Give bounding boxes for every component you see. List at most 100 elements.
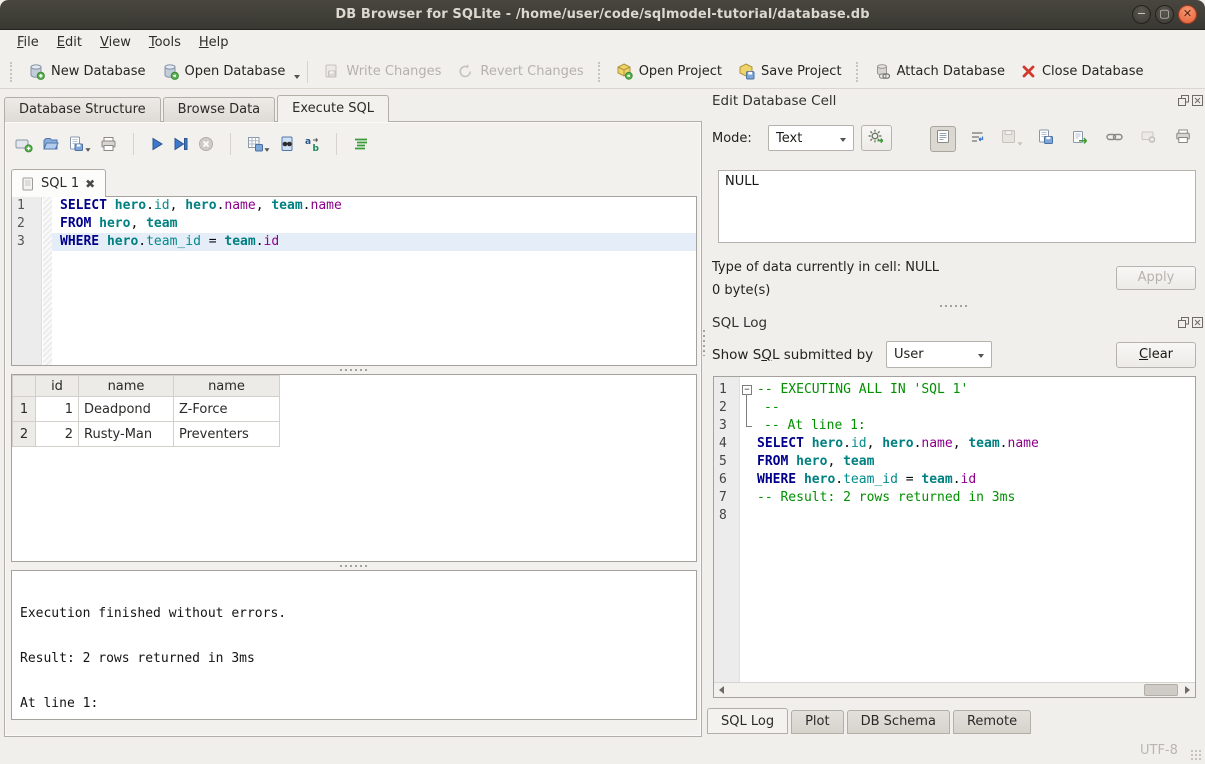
sql-1-tab[interactable]: SQL 1 ✖	[11, 169, 106, 197]
open-sql-tab-icon[interactable]	[15, 136, 33, 153]
tab-sql-log[interactable]: SQL Log	[707, 708, 788, 734]
menu-tools[interactable]: Tools	[140, 32, 190, 53]
menu-edit[interactable]: Edit	[48, 32, 91, 53]
find-icon[interactable]	[279, 136, 295, 152]
mode-combobox[interactable]: Text	[768, 125, 854, 151]
open-sql-file-icon[interactable]	[42, 136, 59, 152]
scroll-left-icon[interactable]	[714, 683, 729, 697]
open-database-dropdown[interactable]	[294, 75, 300, 79]
close-database-button[interactable]: Close Database	[1013, 60, 1152, 83]
sql-log-view[interactable]: 1 − -- EXECUTING ALL IN 'SQL 1' 2 -- 3 -…	[713, 376, 1196, 698]
auto-switch-mode-button[interactable]	[861, 125, 892, 151]
open-project-button[interactable]: Open Project	[608, 59, 730, 84]
link-icon	[1106, 131, 1123, 147]
save-sql-dropdown[interactable]	[85, 148, 90, 151]
tab-remote[interactable]: Remote	[953, 710, 1031, 734]
save-project-icon	[738, 63, 755, 80]
log-line: 1 − -- EXECUTING ALL IN 'SQL 1'	[714, 381, 1195, 399]
cell-team-name[interactable]: Preventers	[174, 422, 280, 447]
cell-value-editor[interactable]: NULL	[718, 170, 1196, 243]
sql-document-icon	[22, 177, 35, 191]
import-cell-button[interactable]	[1067, 126, 1093, 152]
cell-id[interactable]: 1	[36, 397, 79, 422]
dock-float-icon[interactable]	[1178, 95, 1189, 106]
log-line: 2 --	[714, 399, 1195, 417]
row-header[interactable]: 1	[13, 397, 36, 422]
menu-view[interactable]: View	[91, 32, 140, 53]
new-database-button[interactable]: New Database	[20, 59, 154, 84]
close-button[interactable]: ✕	[1178, 5, 1197, 24]
column-header-id[interactable]: id	[36, 376, 79, 397]
main-tab-bar: Database Structure Browse Data Execute S…	[4, 95, 391, 122]
tab-database-structure[interactable]: Database Structure	[4, 97, 161, 122]
cell-id[interactable]: 2	[36, 422, 79, 447]
fold-marker-collapse[interactable]: −	[740, 381, 755, 399]
dock-splitter[interactable]	[712, 302, 1196, 310]
execute-sql-pane: ab SQL 1 ✖ 1 2 3 SELECT hero.id, hero.na…	[4, 121, 702, 737]
sql-line: SELECT hero.id, hero.name, team.name	[52, 197, 696, 215]
text-mode-button[interactable]	[930, 126, 956, 152]
results-message-splitter[interactable]	[11, 562, 697, 570]
log-line: 5 FROM hero, team	[714, 453, 1195, 471]
clear-log-button[interactable]: Clear	[1116, 342, 1196, 368]
toolbar-drag-handle[interactable]	[598, 62, 602, 82]
print-sql-icon[interactable]	[100, 136, 117, 152]
vertical-pane-splitter[interactable]	[703, 330, 705, 356]
find-replace-icon[interactable]: ab	[304, 136, 320, 152]
column-header-name-2[interactable]: name	[174, 376, 280, 397]
format-sql-icon[interactable]	[353, 137, 369, 151]
editor-fold-margin	[43, 197, 52, 365]
sql-tab-close-icon[interactable]: ✖	[85, 178, 95, 190]
cell-hero-name[interactable]: Rusty-Man	[79, 422, 174, 447]
menu-help[interactable]: Help	[190, 32, 238, 53]
open-database-button[interactable]: Open Database	[154, 59, 294, 84]
results-grid[interactable]: id name name 1 1 Deadpond Z-Force 2 2 Ru…	[11, 374, 697, 562]
minimize-button[interactable]: −	[1132, 5, 1151, 24]
log-line: 6 WHERE hero.team_id = team.id	[714, 471, 1195, 489]
editor-results-splitter[interactable]	[11, 366, 697, 374]
sql-tab-label: SQL 1	[41, 176, 79, 191]
menu-file[interactable]: File	[8, 32, 48, 53]
dock-float-icon[interactable]	[1178, 317, 1189, 328]
print-cell-button[interactable]	[1170, 126, 1196, 152]
scroll-right-icon[interactable]	[1180, 683, 1195, 697]
save-as-icon	[1038, 129, 1053, 148]
status-bar: UTF-8	[0, 737, 1205, 764]
scrollbar-thumb[interactable]	[1144, 684, 1178, 696]
dock-close-icon[interactable]	[1192, 95, 1203, 106]
column-header-name[interactable]: name	[79, 376, 174, 397]
log-filter-combobox[interactable]: User	[886, 341, 992, 368]
resize-grip[interactable]	[1189, 748, 1202, 761]
tab-browse-data[interactable]: Browse Data	[163, 97, 276, 122]
export-dropdown[interactable]	[264, 148, 269, 151]
title-bar[interactable]: DB Browser for SQLite - /home/user/code/…	[0, 0, 1205, 30]
cell-team-name[interactable]: Z-Force	[174, 397, 280, 422]
open-in-external-button[interactable]	[1101, 126, 1127, 152]
export-results-icon[interactable]	[247, 136, 270, 152]
execute-line-icon[interactable]	[173, 137, 189, 151]
word-wrap-button[interactable]	[964, 126, 990, 152]
log-horizontal-scrollbar[interactable]	[714, 682, 1195, 697]
execution-message-box[interactable]: Execution finished without errors. Resul…	[11, 570, 697, 720]
dock-close-icon[interactable]	[1192, 317, 1203, 328]
execute-all-icon[interactable]	[150, 137, 164, 151]
attach-database-button[interactable]: Attach Database	[866, 59, 1013, 84]
row-header[interactable]: 2	[13, 422, 36, 447]
sql-toolbar: ab	[15, 131, 369, 157]
editor-code-area[interactable]: SELECT hero.id, hero.name, team.name FRO…	[52, 197, 696, 251]
printer-icon	[1175, 129, 1191, 148]
open-project-icon	[616, 63, 633, 80]
toolbar-drag-handle[interactable]	[10, 62, 14, 82]
tab-plot[interactable]: Plot	[791, 710, 844, 734]
tab-execute-sql[interactable]: Execute SQL	[277, 95, 389, 122]
editor-gutter: 1 2 3	[12, 197, 42, 365]
toolbar-drag-handle[interactable]	[856, 62, 860, 82]
cell-hero-name[interactable]: Deadpond	[79, 397, 174, 422]
save-project-button[interactable]: Save Project	[730, 59, 850, 84]
set-null-button-disabled	[1136, 126, 1162, 152]
save-as-button[interactable]	[1033, 126, 1059, 152]
save-sql-file-icon[interactable]	[68, 136, 91, 152]
sql-editor[interactable]: 1 2 3 SELECT hero.id, hero.name, team.na…	[11, 196, 697, 366]
tab-db-schema[interactable]: DB Schema	[847, 710, 950, 734]
maximize-button[interactable]: ▢	[1155, 5, 1174, 24]
